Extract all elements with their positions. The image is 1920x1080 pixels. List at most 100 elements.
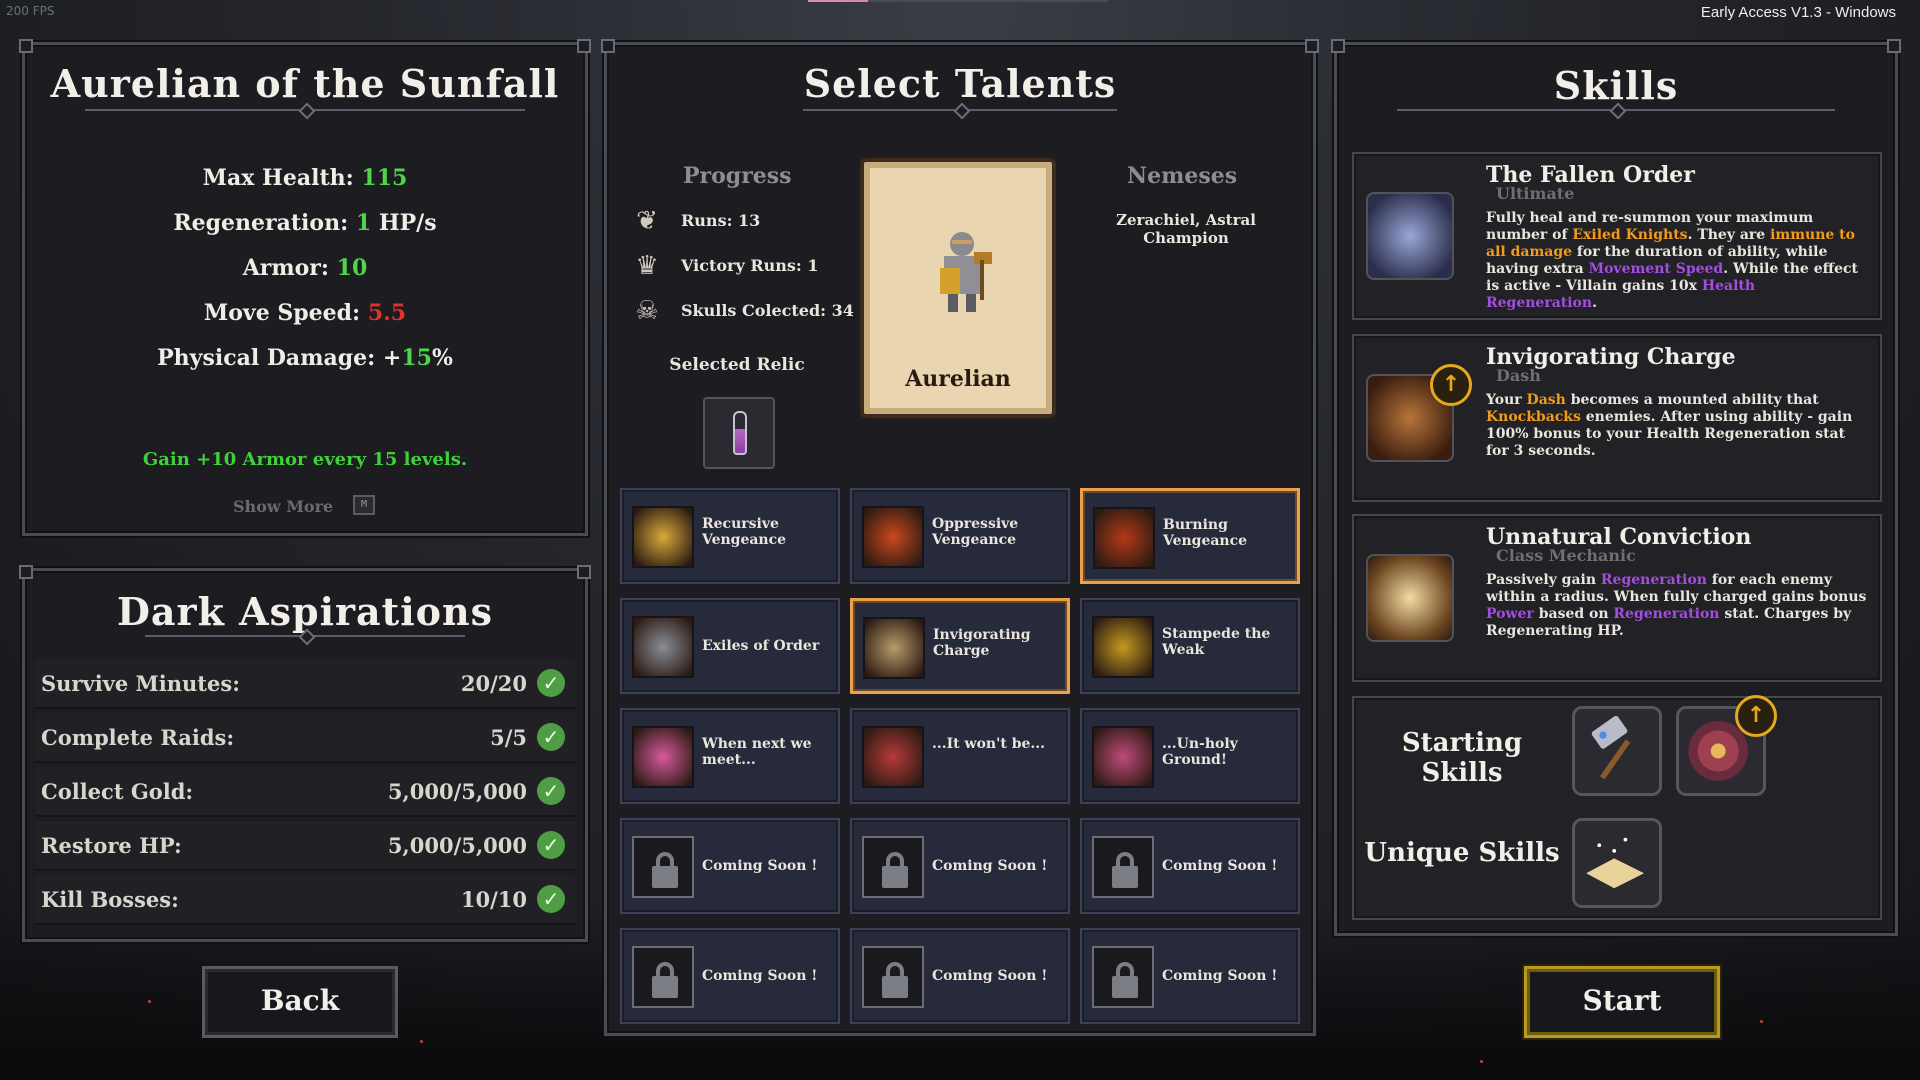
checkmark-icon: ✓ <box>537 885 565 913</box>
title-divider <box>145 635 465 637</box>
talent-slot[interactable]: Invigorating Charge <box>850 598 1070 694</box>
talent-icon <box>1092 616 1154 678</box>
progress-text: Runs: 13 <box>681 211 761 230</box>
talent-icon <box>862 726 924 788</box>
lock-icon <box>862 946 924 1008</box>
skill-card: Unnatural Conviction Class Mechanic Pass… <box>1352 514 1882 682</box>
talent-name: Oppressive Vengeance <box>932 516 1019 548</box>
talent-locked: Coming Soon ! <box>620 818 840 914</box>
starting-skill-hammer[interactable] <box>1572 706 1662 796</box>
talent-locked: Coming Soon ! <box>850 928 1070 1024</box>
max-health-stat: Max Health: 115 <box>202 165 408 191</box>
talent-icon <box>1092 726 1154 788</box>
talent-name: Coming Soon ! <box>702 858 818 874</box>
talent-icon <box>862 506 924 568</box>
aspirations-title: Dark Aspirations <box>116 589 494 634</box>
checkmark-icon: ✓ <box>537 831 565 859</box>
talent-name: Coming Soon ! <box>932 858 1048 874</box>
ember <box>1480 1060 1483 1063</box>
aspirations-panel: Dark Aspirations Survive Minutes: 20/20 … <box>19 565 591 942</box>
holy-ground-icon <box>1586 837 1645 889</box>
desc-segment: Regeneration <box>1600 572 1707 588</box>
aspiration-row: Restore HP: 5,000/5,000 ✓ <box>35 821 575 871</box>
skull-icon: ☠ <box>635 296 659 326</box>
talent-slot[interactable]: Burning Vengeance <box>1080 488 1300 584</box>
aspiration-value: 20/20 <box>460 671 527 696</box>
aspiration-label: Survive Minutes: <box>41 671 240 696</box>
talent-name: Coming Soon ! <box>702 968 818 984</box>
talent-slot[interactable]: Recursive Vengeance <box>620 488 840 584</box>
upgrade-badge-icon: ↑ <box>1735 695 1777 737</box>
relic-slot[interactable] <box>703 397 775 469</box>
selected-relic-label: Selected Relic <box>669 355 805 375</box>
progress-heading: Progress <box>683 163 792 189</box>
unique-skill-holy-ground[interactable] <box>1572 818 1662 908</box>
aspiration-value: 5,000/5,000 <box>387 779 527 804</box>
hammer-icon <box>1591 715 1631 780</box>
skill-card: The Fallen Order Ultimate Fully heal and… <box>1352 152 1882 320</box>
aspiration-value: 10/10 <box>460 887 527 912</box>
talent-name: ...It won't be... <box>932 736 1046 752</box>
lock-icon <box>1092 946 1154 1008</box>
unique-skills-label: Unique Skills <box>1364 838 1560 868</box>
talent-locked: Coming Soon ! <box>1080 928 1300 1024</box>
talent-name: ...Un-holy Ground! <box>1162 736 1238 768</box>
physical-damage-stat: Physical Damage: +15% <box>157 345 453 371</box>
talent-name: Coming Soon ! <box>932 968 1048 984</box>
starting-skills-label: Starting Skills <box>1401 728 1523 788</box>
talents-title: Select Talents <box>803 61 1117 106</box>
aspiration-row: Survive Minutes: 20/20 ✓ <box>35 659 575 709</box>
aspiration-value: 5,000/5,000 <box>387 833 527 858</box>
show-more-link[interactable]: Show More <box>233 497 333 516</box>
desc-segment: Exiled Knights <box>1572 227 1688 243</box>
ember <box>420 1040 423 1043</box>
desc-segment: . <box>1592 295 1597 311</box>
fallen-order-icon <box>1366 192 1454 280</box>
talent-name: Recursive Vengeance <box>702 516 787 548</box>
title-divider <box>85 109 525 111</box>
desc-segment: Passively gain <box>1486 572 1601 588</box>
talent-slot[interactable]: ...It won't be... <box>850 708 1070 804</box>
back-button[interactable]: Back <box>202 966 398 1038</box>
talent-slot[interactable]: Exiles of Order <box>620 598 840 694</box>
nemeses-heading: Nemeses <box>1127 163 1238 189</box>
talent-slot[interactable]: Oppressive Vengeance <box>850 488 1070 584</box>
ember <box>1760 1020 1763 1023</box>
lock-icon <box>862 836 924 898</box>
aspiration-row: Kill Bosses: 10/10 ✓ <box>35 875 575 925</box>
skill-description: Your Dash becomes a mounted ability that… <box>1486 392 1870 460</box>
skill-type: Class Mechanic <box>1496 546 1636 565</box>
desc-segment: Knockbacks <box>1486 409 1581 425</box>
checkmark-icon: ✓ <box>537 723 565 751</box>
checkmark-icon: ✓ <box>537 777 565 805</box>
desc-segment: Regeneration <box>1613 606 1720 622</box>
character-portrait-scroll: Aurelian <box>860 158 1056 418</box>
feather-icon: ❦ <box>636 206 658 236</box>
aspiration-label: Restore HP: <box>41 833 182 858</box>
starting-skill-sigil[interactable]: ↑ <box>1676 695 1777 796</box>
aspiration-label: Complete Raids: <box>41 725 235 750</box>
hero-stats-panel: Aurelian of the Sunfall Max Health: 115 … <box>19 39 591 536</box>
start-button[interactable]: Start <box>1524 966 1720 1038</box>
talent-icon <box>632 506 694 568</box>
top-progress-fill <box>808 0 868 2</box>
talent-icon <box>863 617 925 679</box>
lock-icon <box>632 946 694 1008</box>
talent-name: When next we meet... <box>702 736 812 768</box>
desc-segment: . They are <box>1687 227 1771 243</box>
ember <box>148 1000 151 1003</box>
talent-icon <box>632 616 694 678</box>
talent-icon <box>1093 507 1155 569</box>
skills-title: Skills <box>1553 63 1679 108</box>
skill-description: Passively gain Regeneration for each ene… <box>1486 572 1870 640</box>
lock-icon <box>1092 836 1154 898</box>
talent-name: Exiles of Order <box>702 638 820 654</box>
talent-name: Coming Soon ! <box>1162 968 1278 984</box>
talent-slot[interactable]: ...Un-holy Ground! <box>1080 708 1300 804</box>
talent-name: Coming Soon ! <box>1162 858 1278 874</box>
version-label: Early Access V1.3 - Windows <box>1700 4 1896 21</box>
talent-slot[interactable]: When next we meet... <box>620 708 840 804</box>
talent-slot[interactable]: Stampede the Weak <box>1080 598 1300 694</box>
talent-locked: Coming Soon ! <box>850 818 1070 914</box>
desc-segment: Your <box>1486 392 1527 408</box>
